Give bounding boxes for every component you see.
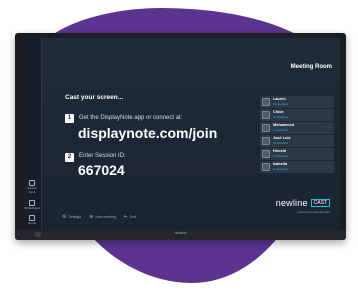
cast-heading: Cast your screen... xyxy=(65,94,124,101)
sidebar-item-home[interactable]: Home xyxy=(24,215,40,226)
step-2-badge: 2 xyxy=(65,153,74,162)
sidebar-item-label: Source Input xyxy=(27,186,37,194)
avatar xyxy=(262,124,270,132)
avatar xyxy=(262,163,270,171)
settings-button[interactable]: ⚙ Settings xyxy=(62,213,82,220)
powered-by: powered by DisplayNote xyxy=(297,210,330,214)
more-icon[interactable]: ⋯ xyxy=(327,138,331,143)
sidebar-item-label: Home xyxy=(27,221,36,225)
participant-status: Connected xyxy=(273,128,288,132)
participant-row[interactable]: Hiroshi Connected ⋯ xyxy=(260,148,334,160)
new-meeting-label: New meeting xyxy=(95,215,116,219)
step-1-badge: 1 xyxy=(65,114,74,123)
new-meeting-button[interactable]: ⊕ New meeting xyxy=(89,213,116,220)
participant-name: Mohammed xyxy=(273,123,295,127)
exit-button[interactable]: ⇤ Exit xyxy=(123,213,136,220)
more-icon[interactable]: ⋯ xyxy=(327,99,331,104)
participant-row[interactable]: Mohammed Connected ⋯ xyxy=(260,122,334,134)
participant-status: Connected xyxy=(273,167,288,171)
more-icon[interactable]: ⋯ xyxy=(327,125,331,130)
brand-sub: CAST xyxy=(310,199,330,207)
display-bezel: newline xyxy=(15,230,346,240)
session-id: 667024 xyxy=(78,162,125,178)
plus-circle-icon: ⊕ xyxy=(89,213,94,220)
participant-status: Connected xyxy=(273,115,288,119)
participant-name: José Luis xyxy=(273,136,291,140)
participant-name: Chloe xyxy=(273,110,284,114)
avatar xyxy=(262,98,270,106)
sidebar: Source Input Whiteboard Home xyxy=(22,38,42,230)
participant-row[interactable]: Chloe Connected ⋯ xyxy=(260,109,334,121)
sidebar-item-source-input[interactable]: Source Input xyxy=(24,180,40,194)
participant-name: Isabella xyxy=(273,162,287,166)
join-url[interactable]: displaynote.com/join xyxy=(78,125,217,141)
participant-status: Connected xyxy=(273,141,288,145)
sidebar-item-label: Whiteboard xyxy=(24,206,40,210)
participant-list: Lauren Connected ⋯ Chloe Connected ⋯ Moh… xyxy=(260,96,334,174)
settings-label: Settings xyxy=(68,215,82,219)
participant-status: Connected xyxy=(273,154,288,158)
product-illustration: newline Source Input Whiteboard Home Mee… xyxy=(0,0,358,291)
gear-icon: ⚙ xyxy=(62,213,67,220)
participant-row[interactable]: Lauren Connected ⋯ xyxy=(260,96,334,108)
step-2-instruction: Enter Session ID: xyxy=(79,153,126,159)
participant-status: Connected xyxy=(273,102,288,106)
avatar xyxy=(262,150,270,158)
participant-name: Hiroshi xyxy=(273,149,287,153)
cast-screen: Source Input Whiteboard Home Meeting Roo… xyxy=(22,38,340,230)
bottom-action-bar: ⚙ Settings ⊕ New meeting ⇤ Exit xyxy=(62,213,144,221)
exit-label: Exit xyxy=(129,215,136,219)
brand-logo: newline CAST xyxy=(276,198,330,208)
step-1-instruction: Get the DisplayNote app or connect at: xyxy=(79,115,183,121)
exit-icon: ⇤ xyxy=(123,213,128,220)
more-icon[interactable]: ⋯ xyxy=(327,151,331,156)
avatar xyxy=(262,111,270,119)
meeting-room-title: Meeting Room xyxy=(290,64,332,70)
brand-name: newline xyxy=(275,198,308,208)
participant-name: Lauren xyxy=(273,97,286,101)
more-icon[interactable]: ⋯ xyxy=(327,112,331,117)
sidebar-item-whiteboard[interactable]: Whiteboard xyxy=(24,200,40,211)
participant-row[interactable]: José Luis Connected ⋯ xyxy=(260,135,334,147)
more-icon[interactable]: ⋯ xyxy=(327,164,331,169)
participant-row[interactable]: Isabella Connected ⋯ xyxy=(260,161,334,173)
avatar xyxy=(262,137,270,145)
bezel-brand: newline xyxy=(174,231,187,235)
